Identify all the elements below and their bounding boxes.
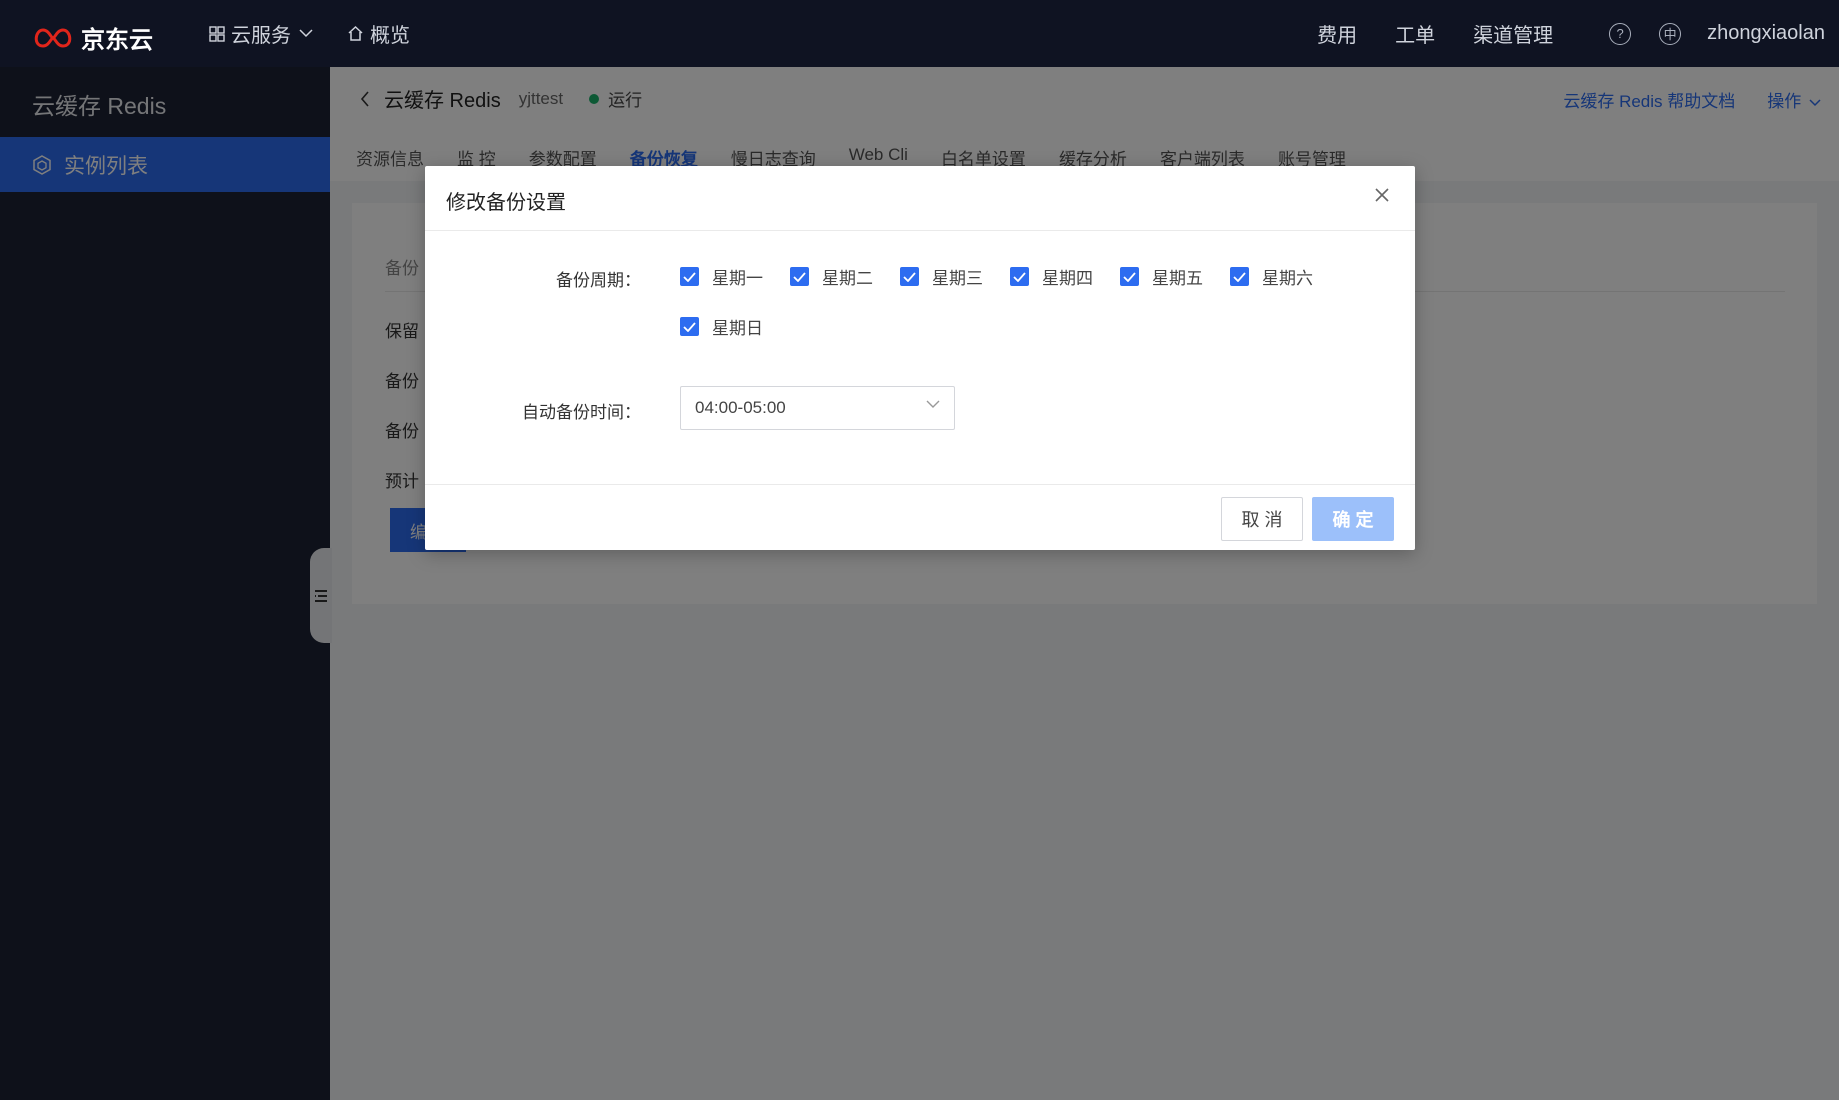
checkbox-thursday[interactable]: 星期四	[1010, 264, 1093, 289]
cloud-services-label: 云服务	[231, 25, 291, 47]
close-icon[interactable]	[1371, 184, 1393, 206]
backup-cycle-label: 备份周期：	[556, 271, 641, 290]
cancel-button[interactable]: 取 消	[1221, 497, 1303, 541]
jdcloud-logo-icon	[34, 27, 72, 48]
backup-time-select[interactable]: 04:00-05:00	[680, 386, 955, 430]
chevron-down-icon	[926, 400, 940, 409]
day-label: 星期六	[1262, 269, 1313, 288]
checkbox-tuesday[interactable]: 星期二	[790, 264, 873, 289]
checkbox-saturday[interactable]: 星期六	[1230, 264, 1313, 289]
overview-link[interactable]: 概览	[347, 0, 410, 67]
edit-backup-settings-dialog: 修改备份设置 备份周期： 星期一 星期二 星期三 星期四 星期五 星期六 星期日…	[425, 166, 1415, 550]
checkbox-friday[interactable]: 星期五	[1120, 264, 1203, 289]
auto-backup-time-label: 自动备份时间：	[522, 403, 641, 422]
grid-icon	[209, 25, 225, 42]
checkmark-icon	[900, 267, 919, 286]
brand-logo[interactable]: 京东云	[31, 20, 153, 55]
top-navbar: 京东云 云服务 概览 费用 工单 渠道管理 ? 中 zhongxiaolan	[0, 0, 1839, 67]
overview-label: 概览	[370, 25, 410, 47]
day-label: 星期二	[822, 269, 873, 288]
tickets-link[interactable]: 工单	[1395, 19, 1435, 48]
help-icon[interactable]: ?	[1609, 22, 1632, 45]
checkbox-sunday[interactable]: 星期日	[680, 314, 763, 339]
day-label: 星期一	[712, 269, 763, 288]
checkbox-wednesday[interactable]: 星期三	[900, 264, 983, 289]
backup-time-value: 04:00-05:00	[695, 398, 786, 417]
day-label: 星期四	[1042, 269, 1093, 288]
home-icon	[347, 25, 364, 42]
channel-mgmt-link[interactable]: 渠道管理	[1473, 19, 1553, 48]
checkmark-icon	[1010, 267, 1029, 286]
fees-link[interactable]: 费用	[1317, 19, 1357, 48]
cloud-services-menu[interactable]: 云服务	[209, 0, 313, 67]
brand-name: 京东云	[81, 27, 153, 54]
checkbox-monday[interactable]: 星期一	[680, 264, 763, 289]
checkmark-icon	[790, 267, 809, 286]
checkmark-icon	[1120, 267, 1139, 286]
day-label: 星期三	[932, 269, 983, 288]
chevron-down-icon	[299, 29, 313, 38]
checkmark-icon	[680, 267, 699, 286]
user-menu[interactable]: zhongxiaolan	[1707, 22, 1825, 45]
day-label: 星期日	[712, 319, 763, 338]
dialog-title: 修改备份设置	[446, 192, 566, 214]
checkmark-icon	[680, 317, 699, 336]
language-icon[interactable]: 中	[1659, 22, 1682, 45]
day-label: 星期五	[1152, 269, 1203, 288]
confirm-button[interactable]: 确 定	[1312, 497, 1394, 541]
checkmark-icon	[1230, 267, 1249, 286]
